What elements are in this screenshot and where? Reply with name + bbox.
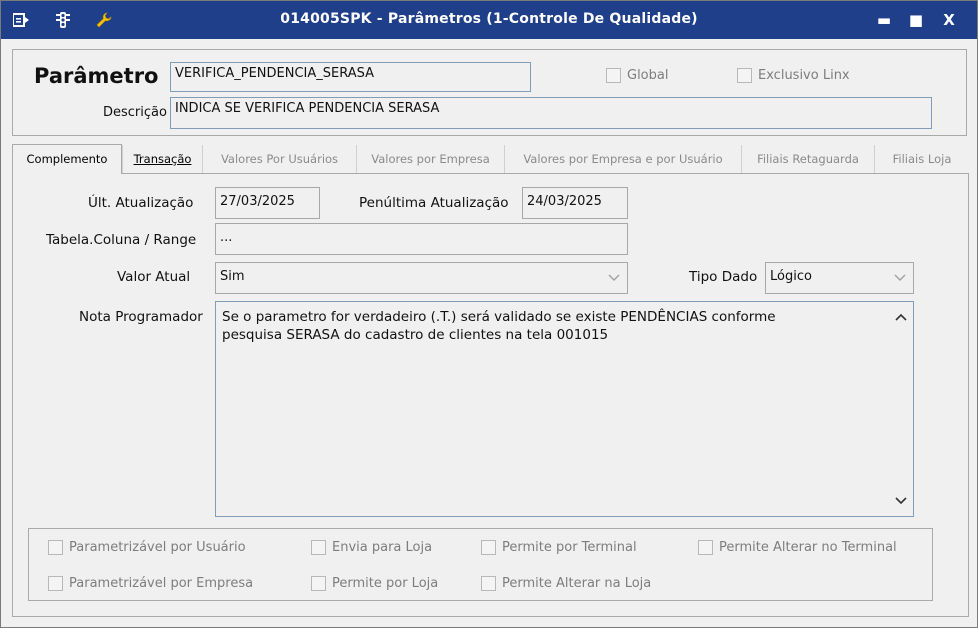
tab-transacao[interactable]: Transação: [122, 145, 202, 173]
tab-valores-por-empresa[interactable]: Valores por Empresa: [356, 145, 504, 173]
descricao-field[interactable]: INDICA SE VERIFICA PENDENCIA SERASA: [170, 97, 932, 129]
tab-strip: Complemento Transação Valores Por Usuári…: [12, 144, 969, 174]
parametrizavel-empresa-label: Parametrizável por Empresa: [69, 576, 254, 591]
permite-terminal-label: Permite por Terminal: [502, 540, 637, 555]
minimize-button[interactable]: ▬: [874, 10, 894, 30]
permite-terminal-checkbox[interactable]: [481, 540, 496, 555]
parametros-window: 014005SPK - Parâmetros (1-Controle De Qu…: [0, 0, 978, 628]
scroll-up-icon[interactable]: [895, 310, 907, 324]
permite-alterar-loja-label: Permite Alterar na Loja: [502, 576, 652, 591]
tab-filiais-retaguarda[interactable]: Filiais Retaguarda: [741, 145, 874, 173]
tipo-dado-select[interactable]: Lógico: [765, 262, 914, 294]
valor-atual-label: Valor Atual: [117, 269, 191, 285]
valor-atual-value: Sim: [220, 269, 245, 284]
tipo-dado-value: Lógico: [770, 269, 812, 284]
envia-loja-checkbox[interactable]: [311, 540, 326, 555]
exclusivo-linx-label: Exclusivo Linx: [758, 68, 850, 83]
ult-atualizacao-label: Últ. Atualização: [88, 195, 194, 211]
nota-programador-text: Se o parametro for verdadeiro (.T.) será…: [222, 309, 776, 343]
tabela-coluna-field[interactable]: ...: [215, 223, 628, 255]
chevron-down-icon[interactable]: [602, 264, 626, 292]
permite-loja-checkbox[interactable]: [311, 576, 326, 591]
window-title: 014005SPK - Parâmetros (1-Controle De Qu…: [280, 11, 698, 27]
tab-valores-por-usuarios[interactable]: Valores Por Usuários: [202, 145, 356, 173]
tipo-dado-label: Tipo Dado: [689, 269, 758, 285]
parameter-header-panel: Parâmetro VERIFICA_PENDENCIA_SERASA Glob…: [12, 49, 967, 136]
permite-alterar-loja-checkbox[interactable]: [481, 576, 496, 591]
tabela-coluna-label: Tabela.Coluna / Range: [46, 232, 197, 248]
envia-loja-label: Envia para Loja: [332, 540, 433, 555]
tab-complemento[interactable]: Complemento: [12, 144, 122, 174]
tab-valores-por-empresa-e-usuario[interactable]: Valores por Empresa e por Usuário: [504, 145, 741, 173]
parametrizavel-usuario-label: Parametrizável por Usuário: [69, 540, 246, 555]
descricao-label: Descrição: [103, 105, 167, 120]
valor-atual-select[interactable]: Sim: [215, 262, 628, 294]
ult-atualizacao-field[interactable]: 27/03/2025: [215, 187, 320, 219]
penultima-atualizacao-field[interactable]: 24/03/2025: [522, 187, 628, 219]
maximize-button[interactable]: ■: [906, 10, 926, 30]
scroll-down-icon[interactable]: [895, 494, 907, 508]
global-checkbox[interactable]: [606, 68, 621, 83]
permite-alterar-terminal-label: Permite Alterar no Terminal: [719, 540, 897, 555]
close-button[interactable]: X: [939, 10, 959, 30]
tab-filiais-loja[interactable]: Filiais Loja: [874, 145, 969, 173]
title-bar: 014005SPK - Parâmetros (1-Controle De Qu…: [1, 1, 977, 39]
permite-alterar-terminal-checkbox[interactable]: [698, 540, 713, 555]
parametro-field[interactable]: VERIFICA_PENDENCIA_SERASA: [170, 62, 531, 92]
permite-loja-label: Permite por Loja: [332, 576, 439, 591]
penultima-atualizacao-label: Penúltima Atualização: [359, 195, 509, 211]
exclusivo-linx-checkbox[interactable]: [737, 68, 752, 83]
nota-programador-textarea[interactable]: Se o parametro for verdadeiro (.T.) será…: [215, 301, 914, 517]
nota-programador-label: Nota Programador: [79, 309, 203, 325]
parametrizavel-empresa-checkbox[interactable]: [48, 576, 63, 591]
chevron-down-icon[interactable]: [888, 264, 912, 292]
global-label: Global: [627, 68, 669, 83]
parametro-label: Parâmetro: [34, 64, 159, 88]
parametrizavel-usuario-checkbox[interactable]: [48, 540, 63, 555]
